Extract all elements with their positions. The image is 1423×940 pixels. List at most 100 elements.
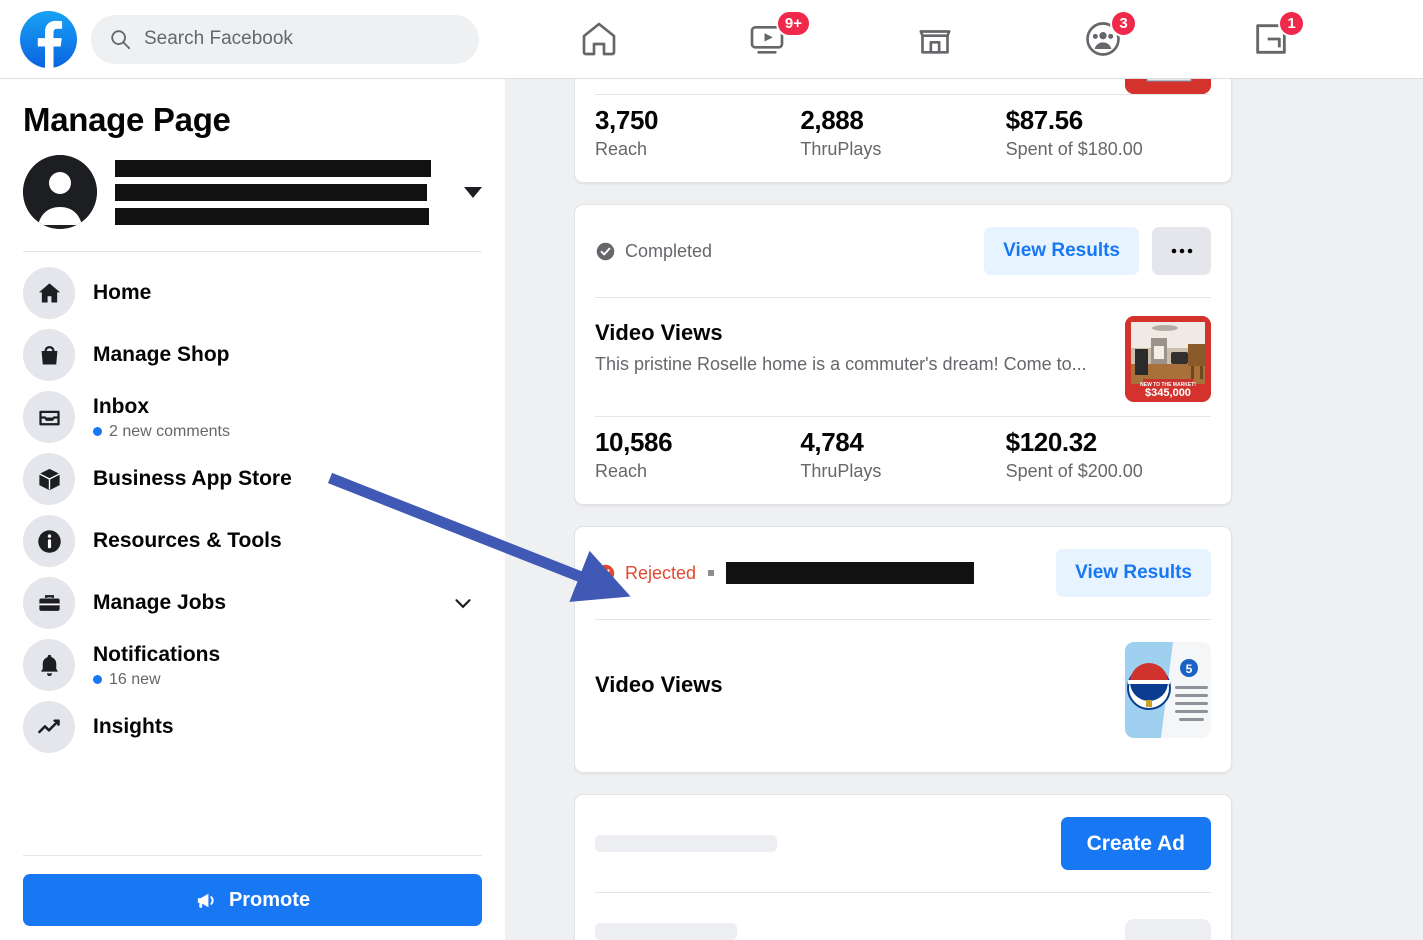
nav-home-button[interactable] <box>569 9 629 69</box>
stat-label: Spent of $200.00 <box>1005 461 1143 481</box>
stat-label: Reach <box>595 139 648 159</box>
sidebar-item-label: Resources & Tools <box>93 529 282 552</box>
promote-section: Promote <box>23 855 482 926</box>
sidebar-item-label: Business App Store <box>93 467 292 490</box>
ad-card-create: Create Ad <box>574 794 1232 940</box>
sidebar-item-inbox[interactable]: Inbox 2 new comments <box>0 386 505 448</box>
stat-value: 4,784 <box>800 427 864 457</box>
facebook-logo-icon[interactable] <box>20 10 77 68</box>
sidebar-divider <box>23 251 482 252</box>
chevron-down-icon[interactable] <box>450 590 476 616</box>
gaming-badge: 1 <box>1278 10 1305 37</box>
groups-badge: 3 <box>1110 10 1137 37</box>
sidebar-item-label: Manage Jobs <box>93 591 227 614</box>
nav-marketplace-button[interactable] <box>905 9 965 69</box>
shop-bag-icon <box>23 329 75 381</box>
ad-thumbnail[interactable] <box>1125 79 1211 94</box>
chart-line-icon <box>23 701 75 753</box>
create-ad-button[interactable]: Create Ad <box>1060 817 1211 870</box>
stat-reach: 3,750 Reach <box>595 105 800 160</box>
ads-content-column: 3,750 Reach 2,888 ThruPlays $87.56 Spent… <box>574 79 1306 940</box>
ad-thumbnail[interactable]: NEW TO THE MARKET! $345,000 <box>1125 316 1211 402</box>
svg-text:5: 5 <box>1186 662 1193 676</box>
skeleton-placeholder <box>595 919 1125 940</box>
promote-divider <box>23 855 482 856</box>
stat-value: 2,888 <box>800 105 864 135</box>
info-icon <box>23 515 75 567</box>
separator-dot-icon <box>708 570 715 576</box>
caret-down-icon[interactable] <box>464 186 482 198</box>
sidebar-item-resources-tools[interactable]: Resources & Tools <box>0 510 505 572</box>
nav-watch-button[interactable]: 9+ <box>737 9 811 69</box>
stat-reach: 10,586 Reach <box>595 427 800 482</box>
view-results-button[interactable]: View Results <box>1056 549 1211 597</box>
ad-card-rejected: Rejected View Results Video Views 5 <box>574 526 1232 773</box>
home-icon <box>23 267 75 319</box>
sidebar-item-manage-shop[interactable]: Manage Shop <box>0 324 505 386</box>
ad-card-header: Completed View Results <box>575 205 1231 297</box>
sidebar-item-manage-jobs[interactable]: Manage Jobs <box>0 572 505 634</box>
ad-card-body <box>575 79 1231 94</box>
ad-card-partial: 3,750 Reach 2,888 ThruPlays $87.56 Spent… <box>574 79 1232 183</box>
box-icon <box>23 453 75 505</box>
stat-spent: $120.32 Spent of $200.00 <box>1006 427 1211 482</box>
status-label: Rejected <box>625 562 697 583</box>
search-input[interactable] <box>144 28 444 50</box>
promote-button-label: Promote <box>228 888 311 911</box>
skeleton-thumbnail <box>1125 919 1211 940</box>
stat-label: ThruPlays <box>800 461 882 481</box>
unread-dot-icon <box>93 675 102 684</box>
stat-spent: $87.56 Spent of $180.00 <box>1006 105 1211 160</box>
sidebar-menu: Home Manage Shop Inbox 2 new comments Bu… <box>0 262 505 758</box>
sidebar-item-sublabel: 2 new comments <box>93 423 482 441</box>
ad-card-header: Rejected View Results <box>575 527 1231 619</box>
page-title: Manage Page <box>23 101 231 138</box>
sidebar-item-label: Manage Shop <box>93 343 230 366</box>
left-sidebar: Manage Page Home Manage Shop Inbox 2 new… <box>0 79 505 940</box>
stat-value: 3,750 <box>595 105 659 135</box>
avatar <box>23 155 97 229</box>
home-icon <box>582 22 616 56</box>
skeleton-bar <box>595 835 777 852</box>
sidebar-item-business-app-store[interactable]: Business App Store <box>0 448 505 510</box>
check-circle-icon <box>596 242 615 260</box>
ad-card-text: Video Views This pristine Roselle home i… <box>595 316 1111 376</box>
view-results-button[interactable]: View Results <box>984 227 1139 275</box>
sidebar-item-notifications[interactable]: Notifications 16 new <box>0 634 505 696</box>
ad-card-header: Create Ad <box>575 795 1231 892</box>
ad-name-redacted <box>726 562 975 584</box>
ad-card-text: Video Views <box>595 650 1111 698</box>
sidebar-item-label: Inbox <box>93 394 149 418</box>
megaphone-icon <box>197 893 214 908</box>
unread-dot-icon <box>93 427 102 436</box>
skeleton-bar <box>595 923 737 940</box>
svg-text:$345,000: $345,000 <box>1145 387 1191 399</box>
sidebar-item-home[interactable]: Home <box>0 262 505 324</box>
page-account-row[interactable] <box>23 155 482 229</box>
status-badge: Rejected <box>595 562 1056 584</box>
nav-gaming-button[interactable]: 1 <box>1241 9 1305 69</box>
more-options-button[interactable] <box>1152 227 1211 275</box>
stat-thruplays: 4,784 ThruPlays <box>800 427 1005 482</box>
sidebar-item-sublabel: 16 new <box>93 671 482 689</box>
search-box[interactable] <box>91 14 479 64</box>
ad-card-body <box>575 893 1231 940</box>
sidebar-item-insights[interactable]: Insights <box>0 696 505 758</box>
ad-objective-title: Video Views <box>595 672 723 697</box>
notifications-new-count: 16 new <box>109 670 161 688</box>
watch-badge: 9+ <box>775 10 811 37</box>
ad-thumbnail[interactable]: 5 <box>1125 642 1211 738</box>
ad-card-stats: 10,586 Reach 4,784 ThruPlays $120.32 Spe… <box>575 417 1231 504</box>
promote-button[interactable]: Promote <box>23 874 482 926</box>
nav-groups-button[interactable]: 3 <box>1073 9 1137 69</box>
store-icon <box>919 30 951 54</box>
stat-thruplays: 2,888 ThruPlays <box>800 105 1005 160</box>
stat-value: 10,586 <box>595 427 673 457</box>
sidebar-item-label: Home <box>93 281 152 304</box>
ad-card-body: Video Views 5 <box>575 620 1231 772</box>
bell-icon <box>23 639 75 691</box>
page-name-redacted <box>115 159 448 225</box>
nav-icon-group: 9+ 3 1 <box>569 9 1305 69</box>
sidebar-item-label: Insights <box>93 715 174 738</box>
ad-card-completed: Completed View Results Video Views This … <box>574 204 1232 505</box>
